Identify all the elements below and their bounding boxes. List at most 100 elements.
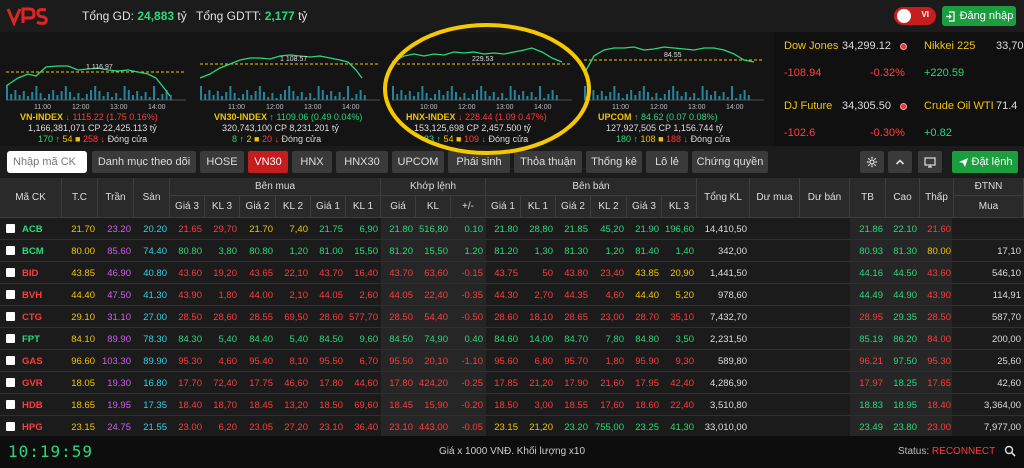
tab-phái-sinh[interactable]: Phái sinh	[448, 151, 510, 173]
volume-bar	[309, 93, 312, 100]
column-header: Giá 2	[556, 196, 591, 218]
table-cell: -0.50	[461, 311, 483, 323]
login-icon	[945, 10, 955, 22]
screen-button[interactable]	[918, 151, 942, 173]
vps-logo[interactable]	[6, 6, 50, 26]
tab-upcom[interactable]: UPCOM	[392, 151, 444, 173]
column-header: Giá 1	[486, 196, 521, 218]
table-cell	[800, 350, 850, 372]
table-cell: 18.50	[494, 399, 518, 411]
symbol-cell[interactable]: BCM	[0, 240, 62, 262]
table-cell: 25,60	[997, 355, 1021, 367]
volume-bar	[258, 86, 261, 100]
tab-danh-mục-theo-dõi[interactable]: Danh mục theo dõi	[92, 151, 196, 173]
login-button[interactable]: Đăng nhập	[942, 6, 1016, 26]
table-cell: 9,60	[359, 333, 379, 345]
settings-button[interactable]	[860, 151, 884, 173]
table-cell: 20,90	[670, 267, 694, 279]
index-breadth: 8 ↑ 2 ■ 20 ↓ Đóng cửa	[232, 134, 322, 144]
table-cell: 21,60	[600, 377, 624, 389]
tab-hnx30[interactable]: HNX30	[336, 151, 388, 173]
table-cell: 72,40	[213, 377, 237, 389]
volume-bar	[626, 94, 628, 100]
index-card-hnx-index[interactable]: 229.53 10:00 12:00 13:00 14:00 HNX-INDEX ↓ 22…	[392, 32, 572, 146]
symbol-cell[interactable]: CTG	[0, 306, 62, 328]
language-toggle[interactable]: VI	[894, 7, 936, 25]
volume-bar	[216, 91, 219, 100]
table-cell: 28.55	[249, 311, 273, 323]
table-cell: 1.20	[464, 245, 484, 257]
table-cell: 17.95	[635, 377, 659, 389]
table-cell: 6,20	[218, 421, 238, 433]
table-cell: 54,40	[424, 311, 448, 323]
table-cell: 81.20	[494, 245, 518, 257]
table-cell: 41.30	[143, 289, 167, 301]
table-cell: 19.95	[107, 399, 131, 411]
tab-hose[interactable]: HOSE	[200, 151, 244, 173]
table-cell: 19,20	[213, 267, 237, 279]
volume-bar	[347, 86, 349, 100]
monitor-icon	[924, 156, 936, 168]
volume-bar	[200, 86, 202, 100]
table-cell: 43.70	[389, 267, 413, 279]
volume-bar	[743, 90, 746, 100]
table-cell: 0.10	[464, 223, 484, 235]
volume-bar	[396, 94, 399, 100]
symbol-cell[interactable]: ACB	[0, 218, 62, 240]
column-header: Dư bán	[800, 178, 850, 218]
volume-bar	[446, 91, 449, 100]
symbol-cell[interactable]: FPT	[0, 328, 62, 350]
volume-bar	[317, 86, 320, 100]
table-cell: 84.40	[249, 333, 273, 345]
tab-chứng-quyền[interactable]: Chứng quyền	[692, 151, 768, 173]
search-icon[interactable]	[1004, 445, 1016, 457]
symbol-cell[interactable]: BVH	[0, 284, 62, 306]
volume-bar	[148, 97, 151, 100]
table-cell: 81.30	[564, 245, 588, 257]
symbol-cell[interactable]: HPG	[0, 416, 62, 436]
table-cell: 29.35	[893, 311, 917, 323]
table-cell: -0.05	[461, 421, 483, 433]
symbol-cell[interactable]: GAS	[0, 350, 62, 372]
volume-bar	[334, 96, 337, 100]
collapse-button[interactable]	[888, 151, 912, 173]
table-cell: 27.00	[143, 311, 167, 323]
volume-bar	[321, 90, 324, 100]
table-cell: 21.86	[859, 223, 883, 235]
index-card-vn30-index[interactable]: 1 108.57 11:00 12:00 13:00 14:00 VN30-INDEX ↑…	[200, 32, 380, 146]
index-card-vn-index[interactable]: 1 116.97 11:00 12:00 13:00 14:00 VN-INDEX ↓ 1…	[6, 32, 186, 146]
table-cell: 587,70	[991, 311, 1021, 323]
top-bar: Tổng GD: 24,883 tỷ Tổng GDTT: 2,177 tỷ V…	[0, 0, 1024, 32]
table-cell	[750, 372, 800, 394]
table-cell: 74,90	[424, 333, 448, 345]
symbol-cell[interactable]: GVR	[0, 372, 62, 394]
index-card-upcom[interactable]: 84.55 11:00 12:00 13:00 14:00 UPCOM ↑ 84.62 (…	[584, 32, 764, 146]
symbol-cell[interactable]: BID	[0, 262, 62, 284]
tab-vn30[interactable]: VN30	[248, 151, 288, 173]
table-cell: 424,20	[418, 377, 448, 389]
volume-bar	[271, 93, 274, 100]
column-header: Mã CK	[0, 178, 62, 218]
table-cell: 95.50	[319, 355, 343, 367]
tab-thỏa-thuận[interactable]: Thỏa thuận	[514, 151, 582, 173]
tab-thống-kê[interactable]: Thống kê	[586, 151, 642, 173]
volume-bar	[438, 90, 441, 100]
search-input[interactable]	[7, 151, 87, 173]
table-cell: 46,60	[284, 377, 308, 389]
tab-lô-lẻ[interactable]: Lô lẻ	[646, 151, 688, 173]
column-header: Giá 3	[627, 196, 662, 218]
volume-bar	[655, 93, 658, 100]
table-cell: -1.10	[461, 355, 483, 367]
volume-bar	[421, 86, 424, 100]
tab-hnx[interactable]: HNX	[292, 151, 332, 173]
volume-bar	[613, 86, 616, 100]
table-cell	[800, 328, 850, 350]
time-tick-label: 13:00	[110, 104, 128, 111]
symbol-cell[interactable]: HDB	[0, 394, 62, 416]
table-cell: 69,60	[354, 399, 378, 411]
table-cell: 86.20	[893, 333, 917, 345]
place-order-button[interactable]: Đặt lệnh	[952, 151, 1018, 173]
table-cell: 13,20	[284, 399, 308, 411]
index-title: HNX-INDEX ↓ 228.44 (1.09 0.47%)	[406, 112, 547, 122]
volume-bar	[208, 90, 211, 100]
